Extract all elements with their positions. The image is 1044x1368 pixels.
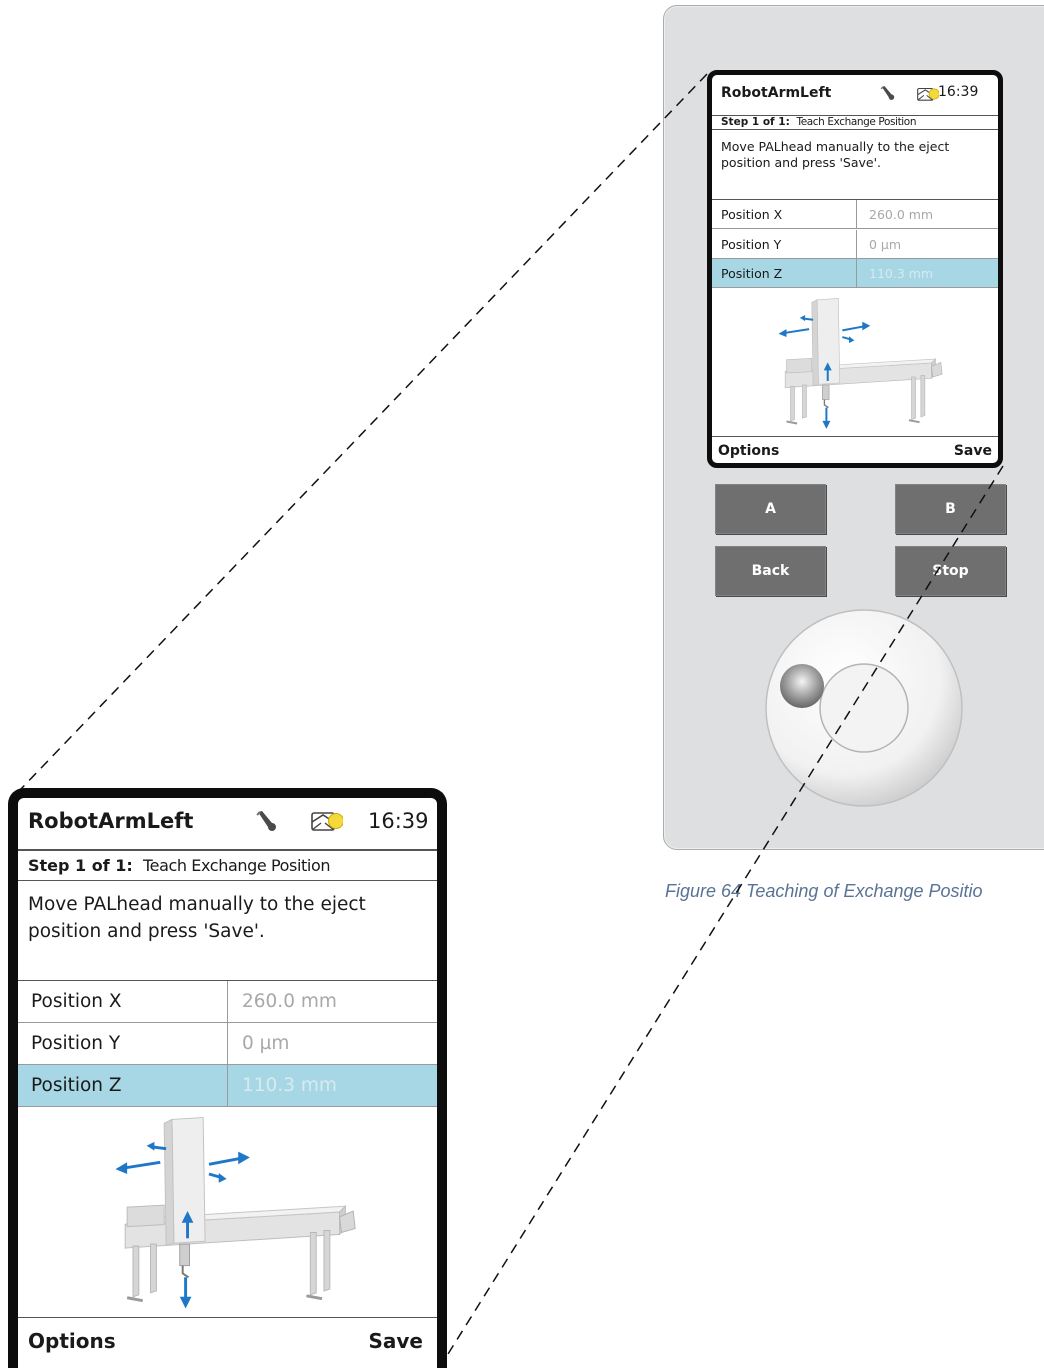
step-bar: Step 1 of 1: Teach Exchange Position [18,850,437,881]
step-title: Teach Exchange Position [796,116,917,128]
softkey-bar: Options Save [18,1317,437,1368]
step-bar: Step 1 of 1: Teach Exchange Position [712,116,998,130]
b-button[interactable]: B [895,484,1006,534]
position-value: 110.3 mm [242,1075,337,1096]
options-softkey[interactable]: Options [718,443,779,459]
stop-button[interactable]: Stop [895,546,1006,596]
position-label: Position X [712,200,857,228]
position-z-row[interactable]: Position Z 110.3 mm [712,259,998,288]
step-title: Teach Exchange Position [142,856,331,875]
position-z-row[interactable]: Position Z 110.3 mm [18,1065,437,1107]
instruction-message: Move PALhead manually to the eject posit… [18,881,437,981]
robot-arm-icon [115,1116,356,1309]
position-label: Position Y [18,1023,228,1064]
zoomed-device-screen: RobotArmLeft 16:39 Step 1 of 1: Teach Ex… [8,788,447,1368]
position-label: Position Z [712,259,857,287]
screen-title: RobotArmLeft [28,809,194,833]
instruction-message: Move PALhead manually to the eject posit… [712,130,998,200]
position-value: 110.3 mm [869,266,934,281]
save-softkey[interactable]: Save [368,1329,423,1353]
message-line: Move PALhead manually to the eject [28,894,366,915]
position-value: 0 µm [869,237,902,252]
robot-arm-illustration [712,288,998,438]
options-softkey[interactable]: Options [28,1329,116,1353]
step-label: Step 1 of 1: [28,856,133,875]
message-line: position and press 'Save'. [721,155,881,171]
position-label: Position Z [18,1065,228,1106]
screen-clock: 16:39 [938,84,979,100]
position-y-row[interactable]: Position Y 0 µm [712,230,998,259]
position-value: 0 µm [242,1033,290,1054]
wrench-icon [880,86,895,100]
wrench-icon [256,811,276,831]
message-envelope-icon [311,812,343,831]
back-button[interactable]: Back [715,546,826,596]
screen-titlebar: RobotArmLeft 16:39 [712,75,998,116]
robot-arm-icon [778,298,943,429]
message-line: position and press 'Save'. [28,921,265,942]
knob-dimple-icon [780,664,824,708]
message-line: Move PALhead manually to the eject [721,139,950,154]
screen-titlebar: RobotArmLeft 16:39 [18,798,437,850]
position-value: 260.0 mm [869,207,934,222]
position-x-row[interactable]: Position X 260.0 mm [712,200,998,229]
figure-caption: Figure 64 Teaching of Exchange Positio [665,881,983,901]
robot-arm-illustration [18,1107,437,1317]
screen-title: RobotArmLeft [721,85,832,101]
softkey-bar: Options Save [712,436,998,463]
position-label: Position X [18,981,228,1022]
rotary-knob[interactable] [760,604,972,812]
screen-clock: 16:39 [368,809,429,833]
step-label: Step 1 of 1: [721,116,790,128]
save-softkey[interactable]: Save [954,443,992,459]
position-x-row[interactable]: Position X 260.0 mm [18,981,437,1023]
position-value: 260.0 mm [242,991,337,1012]
a-button[interactable]: A [715,484,826,534]
device-screen: RobotArmLeft 16:39 Step 1 of 1: Teach Ex… [707,70,1003,468]
position-y-row[interactable]: Position Y 0 µm [18,1023,437,1065]
message-envelope-icon [917,87,939,101]
position-label: Position Y [712,230,857,258]
